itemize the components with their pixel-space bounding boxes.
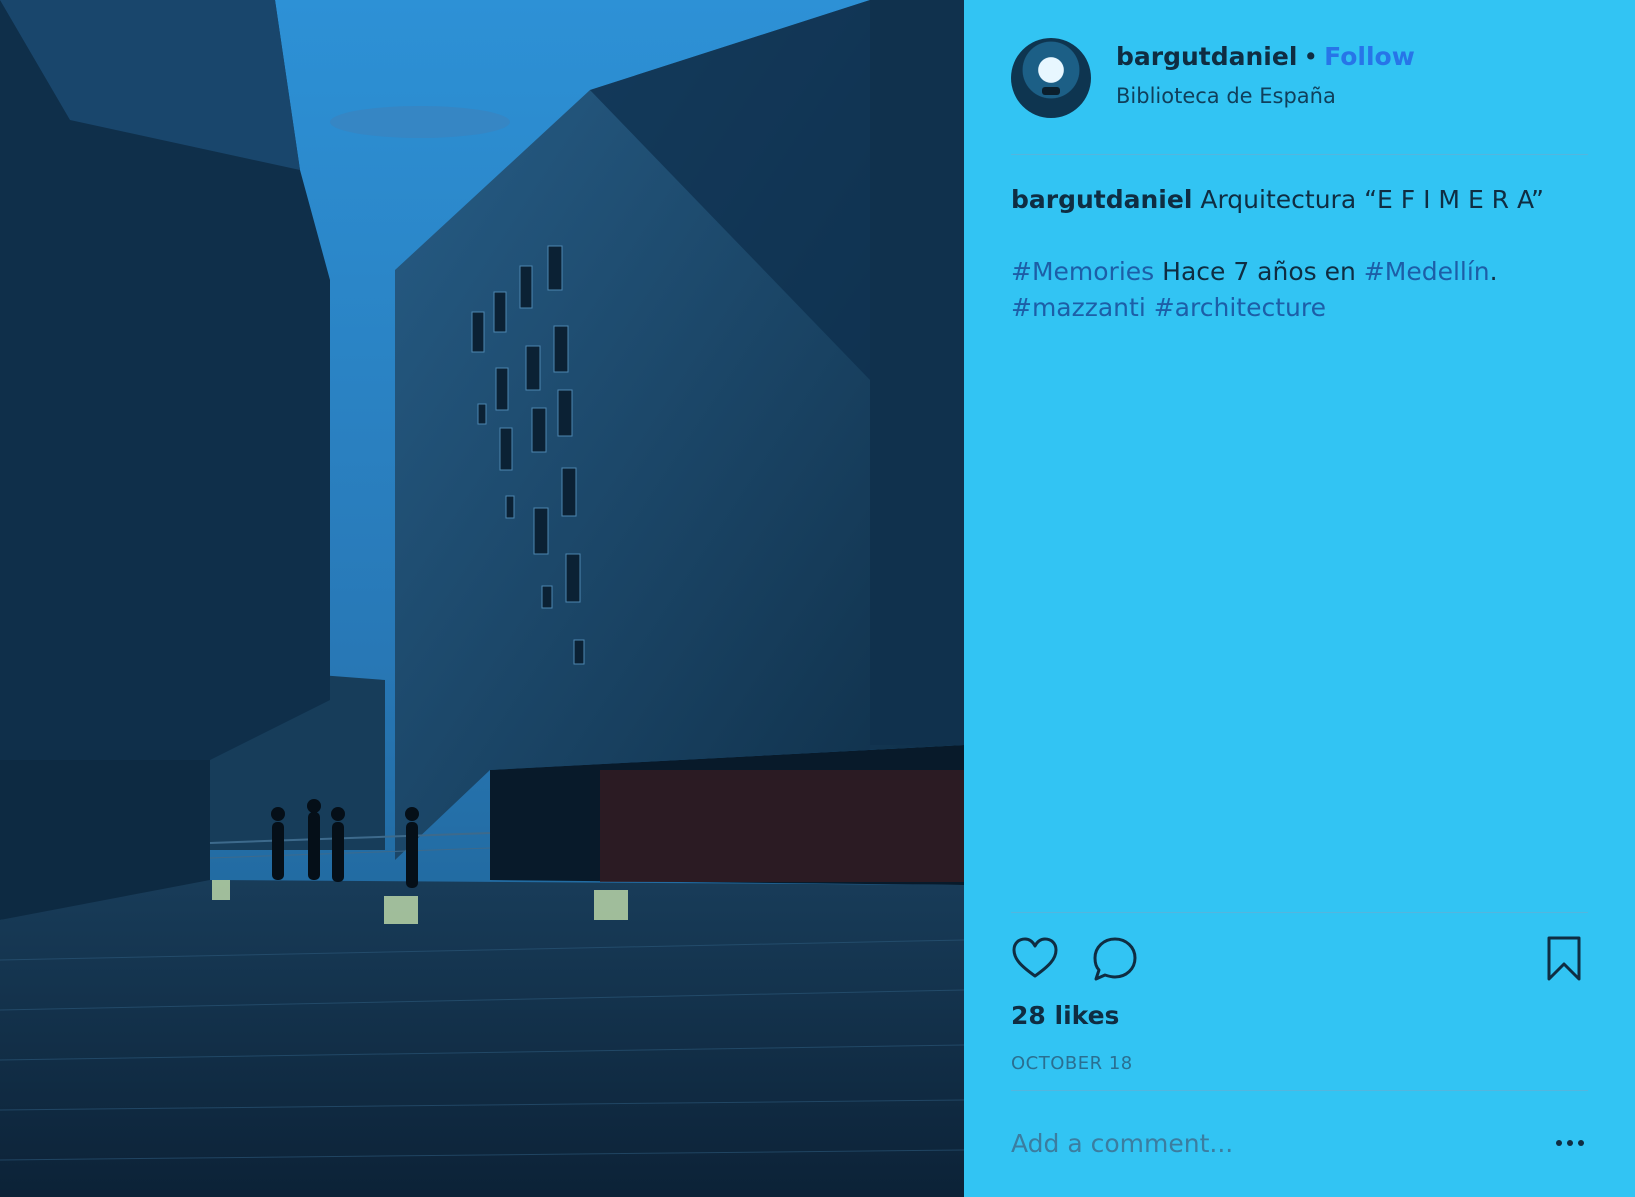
post-photo[interactable] bbox=[0, 0, 964, 1197]
caption-text: Arquitectura “E F I M E R A” bbox=[1200, 185, 1544, 214]
comment-area bbox=[1011, 1125, 1588, 1165]
action-bar bbox=[1011, 935, 1588, 985]
hashtag-memories[interactable]: #Memories bbox=[1011, 257, 1154, 286]
likes-count[interactable]: 28 likes bbox=[1011, 1001, 1119, 1030]
actions-divider bbox=[1011, 912, 1588, 913]
author-line: bargutdaniel • Follow bbox=[1116, 42, 1415, 71]
caption-line-2: #Memories Hace 7 años en #Medellín. bbox=[1011, 254, 1588, 290]
architecture-photo bbox=[0, 0, 964, 1197]
location-link[interactable]: Biblioteca de España bbox=[1116, 84, 1336, 108]
follow-button[interactable]: Follow bbox=[1324, 42, 1415, 71]
hashtag-medellin[interactable]: #Medellín bbox=[1364, 257, 1490, 286]
header-divider bbox=[1011, 154, 1588, 155]
post-date: OCTOBER 18 bbox=[1011, 1053, 1133, 1074]
comment-divider bbox=[1011, 1090, 1588, 1091]
comment-icon[interactable] bbox=[1091, 935, 1139, 983]
separator-dot: • bbox=[1303, 42, 1319, 71]
caption-line2-text: Hace 7 años en bbox=[1162, 257, 1356, 286]
caption-username[interactable]: bargutdaniel bbox=[1011, 185, 1192, 214]
hashtag-mazzanti[interactable]: #mazzanti bbox=[1011, 293, 1146, 322]
caption-line-1: bargutdaniel Arquitectura “E F I M E R A… bbox=[1011, 182, 1588, 218]
caption-period: . bbox=[1489, 257, 1498, 286]
avatar[interactable] bbox=[1011, 38, 1091, 118]
caption-line-3: #mazzanti #architecture bbox=[1011, 290, 1588, 326]
hashtag-architecture[interactable]: #architecture bbox=[1154, 293, 1326, 322]
author-username[interactable]: bargutdaniel bbox=[1116, 42, 1297, 71]
post-panel: bargutdaniel • Follow Biblioteca de España… bbox=[964, 0, 1635, 1197]
post-header: bargutdaniel • Follow Biblioteca de España bbox=[1011, 36, 1588, 156]
bookmark-icon[interactable] bbox=[1540, 935, 1588, 983]
more-options-icon[interactable] bbox=[1554, 1135, 1586, 1151]
caption: bargutdaniel Arquitectura “E F I M E R A… bbox=[1011, 182, 1588, 326]
comment-input[interactable] bbox=[1011, 1125, 1511, 1161]
heart-icon[interactable] bbox=[1011, 935, 1059, 983]
